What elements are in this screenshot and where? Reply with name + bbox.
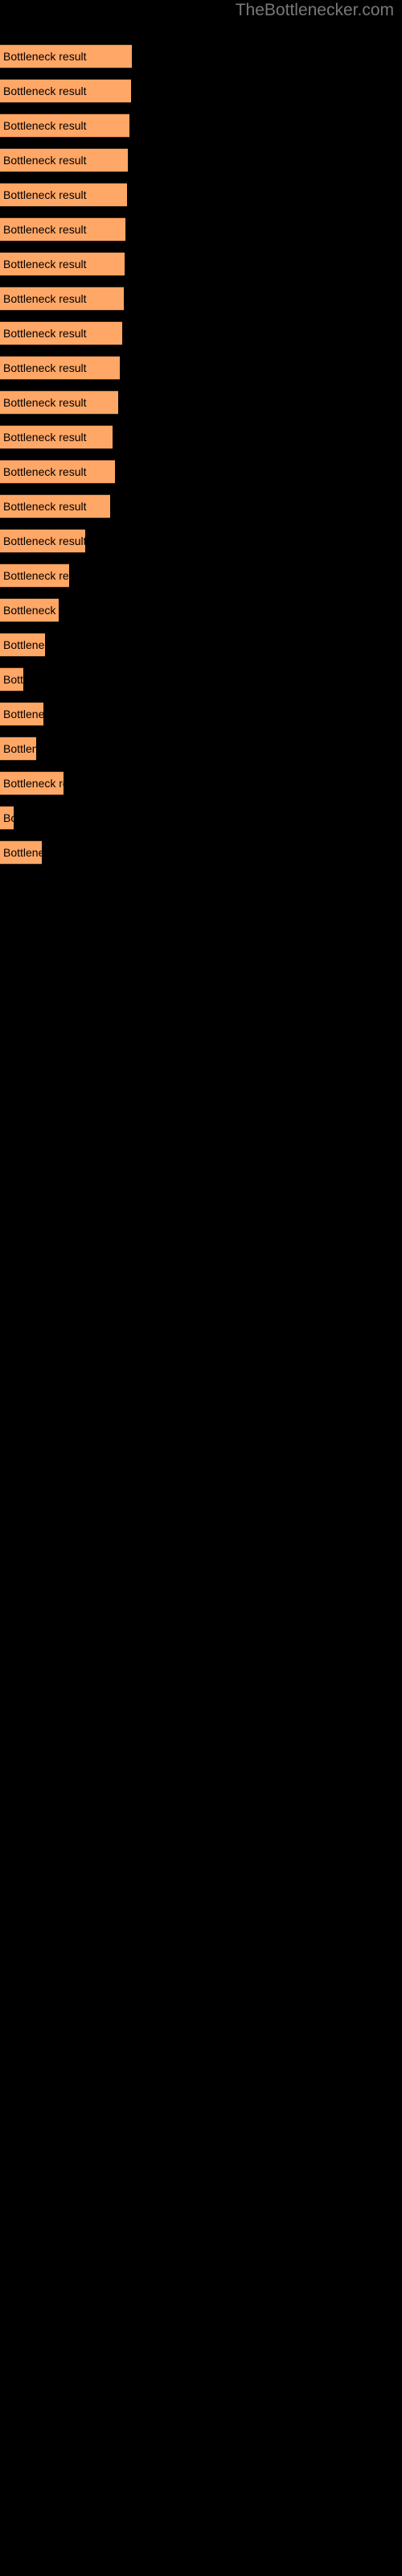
bar-4: Bottleneck result	[0, 148, 128, 172]
bar-label: Bottleneck result	[3, 569, 69, 582]
bar-label: Bottleneck result	[3, 535, 85, 547]
bar-6: Bottleneck result	[0, 217, 125, 242]
bar-14: Bottleneck result	[0, 494, 110, 518]
bar-chart: Bottleneck result Bottleneck result Bottle…	[0, 0, 402, 2576]
bar-9: Bottleneck result	[0, 321, 122, 345]
bar-19: Bottleneck result	[0, 667, 23, 691]
bar-label: Bottleneck result	[3, 223, 87, 236]
bar-label: Bottleneck result	[3, 638, 45, 651]
bar-12: Bottleneck result	[0, 425, 113, 449]
bar-label: Bottleneck result	[3, 327, 87, 340]
bar-17: Bottleneck result	[0, 598, 59, 622]
bar-label: Bottleneck result	[3, 742, 36, 755]
bar-label: Bottleneck result	[3, 500, 87, 513]
bar-label: Bottleneck result	[3, 119, 87, 132]
bar-label: Bottleneck result	[3, 465, 87, 478]
bar-5: Bottleneck result	[0, 183, 127, 207]
bar-label: Bottleneck result	[3, 50, 87, 63]
bar-label: Bottleneck result	[3, 258, 87, 270]
bar-3: Bottleneck result	[0, 114, 129, 138]
bar-label: Bottleneck result	[3, 396, 87, 409]
bar-label: Bottleneck result	[3, 361, 87, 374]
bar-13: Bottleneck result	[0, 460, 115, 484]
bar-label: Bottleneck result	[3, 777, 64, 790]
bar-8: Bottleneck result	[0, 287, 124, 311]
bar-2: Bottleneck result	[0, 79, 131, 103]
bar-21: Bottleneck result	[0, 737, 36, 761]
bar-15: Bottleneck result	[0, 529, 85, 553]
bar-7: Bottleneck result	[0, 252, 125, 276]
bar-label: Bottleneck result	[3, 292, 87, 305]
bar-label: Bottleneck result	[3, 673, 23, 686]
bar-label: Bottleneck result	[3, 604, 59, 617]
bar-23: Bottleneck result	[0, 806, 14, 830]
bar-label: Bottleneck result	[3, 708, 43, 720]
bar-label: Bottleneck result	[3, 188, 87, 201]
bar-11: Bottleneck result	[0, 390, 118, 415]
bar-10: Bottleneck result	[0, 356, 120, 380]
bar-22: Bottleneck result	[0, 771, 64, 795]
bar-20: Bottleneck result	[0, 702, 43, 726]
bar-24: Bottleneck result	[0, 840, 42, 865]
bar-label: Bottleneck result	[3, 85, 87, 97]
bar-label: Bottleneck result	[3, 431, 87, 444]
bar-1: Bottleneck result	[0, 44, 132, 68]
bar-18: Bottleneck result	[0, 633, 45, 657]
bar-label: Bottleneck result	[3, 846, 42, 859]
bar-label: Bottleneck result	[3, 154, 87, 167]
bar-16: Bottleneck result	[0, 564, 69, 588]
bar-label: Bottleneck result	[3, 811, 14, 824]
